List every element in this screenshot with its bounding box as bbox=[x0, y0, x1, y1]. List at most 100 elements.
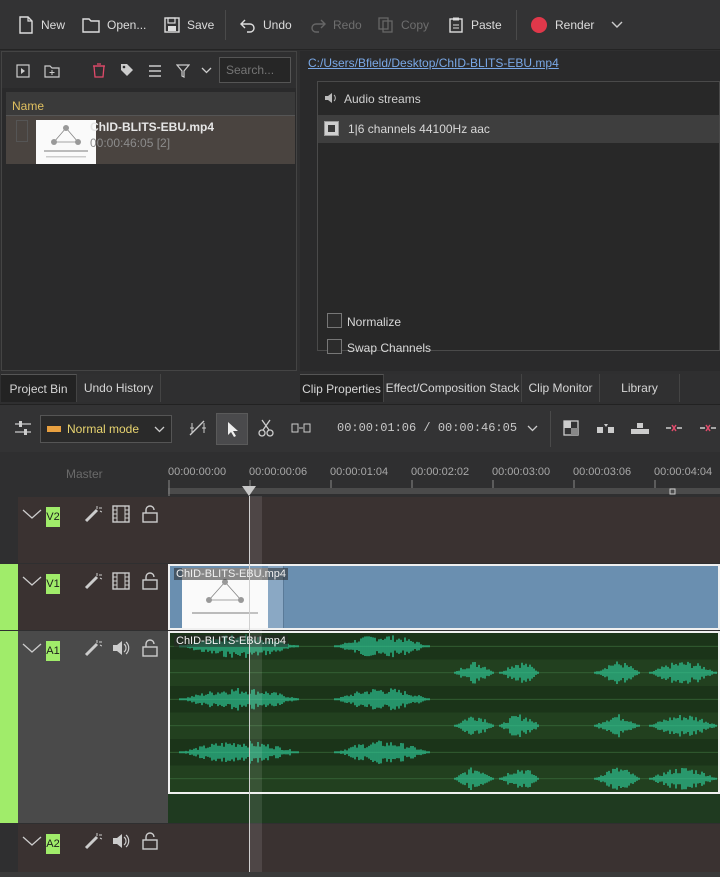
extract-icon[interactable] bbox=[664, 422, 684, 434]
audio-stream-label: 1|6 channels 44100Hz aac bbox=[348, 122, 490, 136]
tag-icon[interactable] bbox=[120, 63, 134, 77]
timeline-ruler[interactable]: 00:00:00:00 00:00:00:06 00:00:01:04 00:0… bbox=[168, 452, 720, 496]
chevron-down-icon[interactable] bbox=[527, 425, 538, 432]
video-clip-label: ChID-BLITS-EBU.mp4 bbox=[174, 568, 289, 580]
ruler-tick-label: 00:00:00:06 bbox=[249, 466, 308, 478]
track-label-a1: A1 bbox=[46, 641, 60, 661]
clip-properties-panel: C:/Users/Bfield/Desktop/ChID-BLITS-EBU.m… bbox=[300, 51, 720, 371]
tab-clip-properties[interactable]: Clip Properties bbox=[300, 374, 384, 402]
ruler-tick-label: 00:00:03:00 bbox=[492, 466, 551, 478]
toolbar-separator bbox=[550, 411, 551, 447]
collapse-chevron-icon[interactable] bbox=[22, 836, 42, 846]
razor-scissors-icon[interactable] bbox=[258, 419, 274, 437]
track-header-v2[interactable]: V2 bbox=[18, 497, 168, 563]
add-folder-icon[interactable] bbox=[44, 64, 60, 78]
ruler-tick-label: 00:00:03:06 bbox=[573, 466, 632, 478]
clip-duration: 00:00:46:05 [2] bbox=[90, 136, 171, 150]
open-button[interactable]: Open... bbox=[82, 14, 146, 36]
master-label: Master bbox=[66, 467, 103, 481]
bin-search-input[interactable] bbox=[219, 57, 291, 83]
spacer-tool-icon[interactable] bbox=[188, 419, 208, 437]
speaker-icon bbox=[324, 91, 338, 105]
tab-effect-composition-stack[interactable]: Effect/Composition Stack bbox=[384, 374, 522, 402]
lock-icon[interactable] bbox=[142, 832, 158, 850]
collapse-chevron-icon[interactable] bbox=[22, 643, 42, 653]
edit-mode-select[interactable]: Normal mode bbox=[40, 415, 172, 443]
slip-tool-icon[interactable] bbox=[291, 422, 311, 434]
composite-icon[interactable] bbox=[563, 420, 579, 436]
save-button[interactable]: Save bbox=[164, 14, 214, 36]
film-icon[interactable] bbox=[112, 505, 130, 523]
audio-streams-label: Audio streams bbox=[344, 92, 421, 106]
track-label-v1: V1 bbox=[46, 574, 60, 594]
bin-clip-row[interactable]: ChID-BLITS-EBU.mp4 00:00:46:05 [2] bbox=[6, 116, 295, 164]
status-bar bbox=[0, 872, 720, 877]
track-active-indicator[interactable] bbox=[0, 564, 18, 630]
new-file-icon bbox=[18, 16, 34, 34]
lock-icon[interactable] bbox=[142, 639, 158, 657]
film-icon[interactable] bbox=[112, 572, 130, 590]
swap-channels-label: Swap Channels bbox=[347, 341, 432, 355]
swap-channels-checkbox[interactable] bbox=[327, 339, 342, 354]
collapse-chevron-icon[interactable] bbox=[22, 576, 42, 586]
ruler-tick-label: 00:00:04:04 bbox=[654, 466, 713, 478]
effects-wand-icon[interactable] bbox=[84, 505, 102, 523]
track-header-a2[interactable]: A2 bbox=[18, 824, 168, 872]
timeline-toolbar: Normal mode 00:00:01:06 / 00:00:46:05 bbox=[0, 404, 720, 452]
add-clip-icon[interactable] bbox=[16, 64, 30, 78]
lock-icon[interactable] bbox=[142, 572, 158, 590]
audio-stream-row[interactable]: 1|6 channels 44100Hz aac bbox=[318, 115, 719, 143]
effects-wand-icon[interactable] bbox=[84, 832, 102, 850]
undo-icon bbox=[240, 17, 256, 33]
track-header-v1[interactable]: V1 bbox=[18, 564, 168, 630]
playhead-marker-icon[interactable] bbox=[242, 486, 256, 496]
audio-stream-checkbox[interactable] bbox=[324, 121, 339, 136]
clip-path-link[interactable]: C:/Users/Bfield/Desktop/ChID-BLITS-EBU.m… bbox=[308, 56, 559, 70]
normalize-checkbox[interactable] bbox=[327, 313, 342, 328]
ruler-tick-label: 00:00:00:00 bbox=[168, 466, 227, 478]
tab-clip-monitor[interactable]: Clip Monitor bbox=[522, 374, 600, 402]
ruler-tick-label: 00:00:02:02 bbox=[411, 466, 470, 478]
audio-streams-header: Audio streams bbox=[318, 82, 719, 115]
filter-icon[interactable] bbox=[176, 64, 190, 78]
render-record-icon bbox=[530, 16, 548, 34]
toolbar-separator bbox=[225, 10, 226, 40]
bin-toolbar bbox=[2, 52, 296, 88]
render-button[interactable]: Render bbox=[530, 14, 623, 36]
track-active-indicator[interactable] bbox=[0, 631, 18, 823]
insert-clip-icon[interactable] bbox=[596, 421, 616, 435]
speaker-icon[interactable] bbox=[112, 639, 130, 657]
main-toolbar: New Open... Save Undo Redo Copy Paste Re… bbox=[0, 0, 720, 50]
overwrite-clip-icon[interactable] bbox=[630, 421, 650, 435]
select-tool-button[interactable] bbox=[216, 413, 248, 445]
tab-library[interactable]: Library bbox=[600, 374, 680, 402]
new-button[interactable]: New bbox=[18, 14, 65, 36]
audio-options: Normalize Swap Channels bbox=[317, 303, 720, 361]
timecode-display: 00:00:01:06 / 00:00:46:05 bbox=[337, 421, 518, 435]
playhead-zone bbox=[250, 496, 262, 872]
lift-icon[interactable] bbox=[698, 422, 718, 434]
track-header-a1[interactable]: A1 bbox=[18, 631, 168, 823]
track-label-v2: V2 bbox=[46, 507, 60, 527]
audio-clip-label: ChID-BLITS-EBU.mp4 bbox=[174, 635, 289, 647]
delete-icon[interactable] bbox=[92, 63, 106, 78]
normalize-label: Normalize bbox=[347, 315, 402, 329]
copy-button[interactable]: Copy bbox=[378, 14, 429, 36]
chevron-down-icon[interactable] bbox=[201, 67, 212, 74]
project-bin-panel: Name ChID-BLITS-EBU.mp4 00:00:46:05 [2] bbox=[1, 51, 297, 371]
paste-button[interactable]: Paste bbox=[448, 14, 502, 36]
lock-icon[interactable] bbox=[142, 505, 158, 523]
track-settings-icon[interactable] bbox=[14, 420, 32, 436]
tab-project-bin[interactable]: Project Bin bbox=[1, 374, 77, 402]
effects-wand-icon[interactable] bbox=[84, 572, 102, 590]
effects-wand-icon[interactable] bbox=[84, 639, 102, 657]
toolbar-separator bbox=[516, 10, 517, 40]
collapse-chevron-icon[interactable] bbox=[22, 509, 42, 519]
menu-icon[interactable] bbox=[148, 65, 162, 77]
speaker-icon[interactable] bbox=[112, 832, 130, 850]
bin-column-header-name[interactable]: Name bbox=[6, 92, 295, 116]
redo-button[interactable]: Redo bbox=[310, 14, 362, 36]
tab-undo-history[interactable]: Undo History bbox=[77, 374, 161, 402]
undo-button[interactable]: Undo bbox=[240, 14, 292, 36]
chevron-down-icon[interactable] bbox=[611, 21, 623, 29]
